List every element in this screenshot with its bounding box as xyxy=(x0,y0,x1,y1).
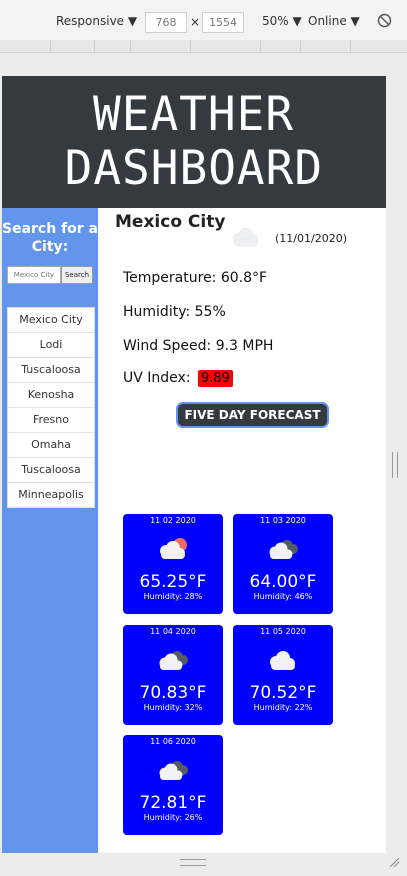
cloud-sun-icon xyxy=(160,538,187,559)
device-select[interactable]: Responsive ▼ xyxy=(56,14,137,28)
city-item[interactable]: Kenosha xyxy=(8,383,94,408)
forecast-temperature: 70.83°F xyxy=(139,683,207,703)
clouds-icon xyxy=(159,651,188,670)
current-humidity: Humidity: 55% xyxy=(123,304,226,320)
header-title-line2: DASHBOARD xyxy=(64,141,324,196)
rotate-icon[interactable] xyxy=(377,13,392,28)
search-form: Mexico City Search xyxy=(7,266,93,284)
city-item[interactable]: Tuscaloosa xyxy=(8,358,94,383)
forecast-date: 11 04 2020 xyxy=(150,627,196,636)
dimension-separator: × xyxy=(190,15,201,29)
forecast-card: 11 02 2020 65.25°F Humidity: 28% xyxy=(123,514,223,614)
city-item[interactable]: Minneapolis xyxy=(8,483,94,507)
forecast-humidity: Humidity: 22% xyxy=(253,703,313,712)
page-viewport: WEATHER DASHBOARD Search for a City: Mex… xyxy=(2,76,386,853)
devtools-toolbar: Responsive ▼ 768 × 1554 50% ▼ Online ▼ xyxy=(0,0,407,41)
forecast-humidity: Humidity: 28% xyxy=(143,592,203,601)
city-item[interactable]: Fresno xyxy=(8,408,94,433)
viewport-height-resize-handle[interactable] xyxy=(180,859,206,866)
clouds-icon xyxy=(159,761,188,780)
current-date: (11/01/2020) xyxy=(275,232,347,245)
page-header: WEATHER DASHBOARD xyxy=(2,76,386,208)
search-button[interactable]: Search xyxy=(61,266,93,284)
forecast-humidity: Humidity: 26% xyxy=(143,813,203,822)
media-query-ruler xyxy=(0,40,407,53)
clouds-icon xyxy=(269,540,298,559)
current-temperature: Temperature: 60.8°F xyxy=(123,270,268,286)
city-item[interactable]: Tuscaloosa xyxy=(8,458,94,483)
network-throttle-select[interactable]: Online ▼ xyxy=(308,14,360,28)
uv-index-badge: 9.89 xyxy=(198,370,233,387)
viewport-width-input[interactable]: 768 xyxy=(145,12,187,33)
zoom-select[interactable]: 50% ▼ xyxy=(262,14,302,28)
forecast-date: 11 05 2020 xyxy=(260,627,306,636)
city-item[interactable]: Omaha xyxy=(8,433,94,458)
header-title-line1: WEATHER xyxy=(93,87,295,142)
forecast-date: 11 02 2020 xyxy=(150,516,196,525)
city-item[interactable]: Lodi xyxy=(8,333,94,358)
forecast-temperature: 72.81°F xyxy=(139,793,207,813)
viewport-height-input[interactable]: 1554 xyxy=(202,12,244,33)
cloud-icon xyxy=(232,227,259,247)
five-day-forecast-button[interactable]: FIVE DAY FORECAST xyxy=(176,402,329,428)
viewport-width-resize-handle[interactable] xyxy=(392,452,398,478)
city-item[interactable]: Mexico City xyxy=(8,308,94,333)
main-content: Mexico City (11/01/2020) Temperature: 60… xyxy=(98,208,386,853)
city-history-list: Mexico City Lodi Tuscaloosa Kenosha Fres… xyxy=(7,307,95,508)
forecast-card: 11 06 2020 72.81°F Humidity: 26% xyxy=(123,735,223,835)
forecast-temperature: 65.25°F xyxy=(139,572,207,592)
forecast-temperature: 70.52°F xyxy=(249,683,317,703)
forecast-humidity: Humidity: 46% xyxy=(253,592,313,601)
sidebar: Search for a City: Mexico City Search Me… xyxy=(2,208,98,853)
city-search-input[interactable]: Mexico City xyxy=(7,266,61,284)
cloud-icon xyxy=(270,651,295,670)
forecast-humidity: Humidity: 32% xyxy=(143,703,203,712)
current-city-name: Mexico City xyxy=(115,212,226,232)
forecast-card: 11 03 2020 64.00°F Humidity: 46% xyxy=(233,514,333,614)
forecast-card: 11 05 2020 70.52°F Humidity: 22% xyxy=(233,625,333,725)
search-heading: Search for a City: xyxy=(2,221,99,255)
current-wind-speed: Wind Speed: 9.3 MPH xyxy=(123,338,274,354)
uv-index-label: UV Index: xyxy=(123,370,191,386)
uv-index-row: UV Index: 9.89 xyxy=(123,370,233,387)
forecast-card: 11 04 2020 70.83°F Humidity: 32% xyxy=(123,625,223,725)
forecast-date: 11 06 2020 xyxy=(150,737,196,746)
forecast-date: 11 03 2020 xyxy=(260,516,306,525)
resize-corner-icon[interactable] xyxy=(388,856,400,868)
forecast-temperature: 64.00°F xyxy=(249,572,317,592)
